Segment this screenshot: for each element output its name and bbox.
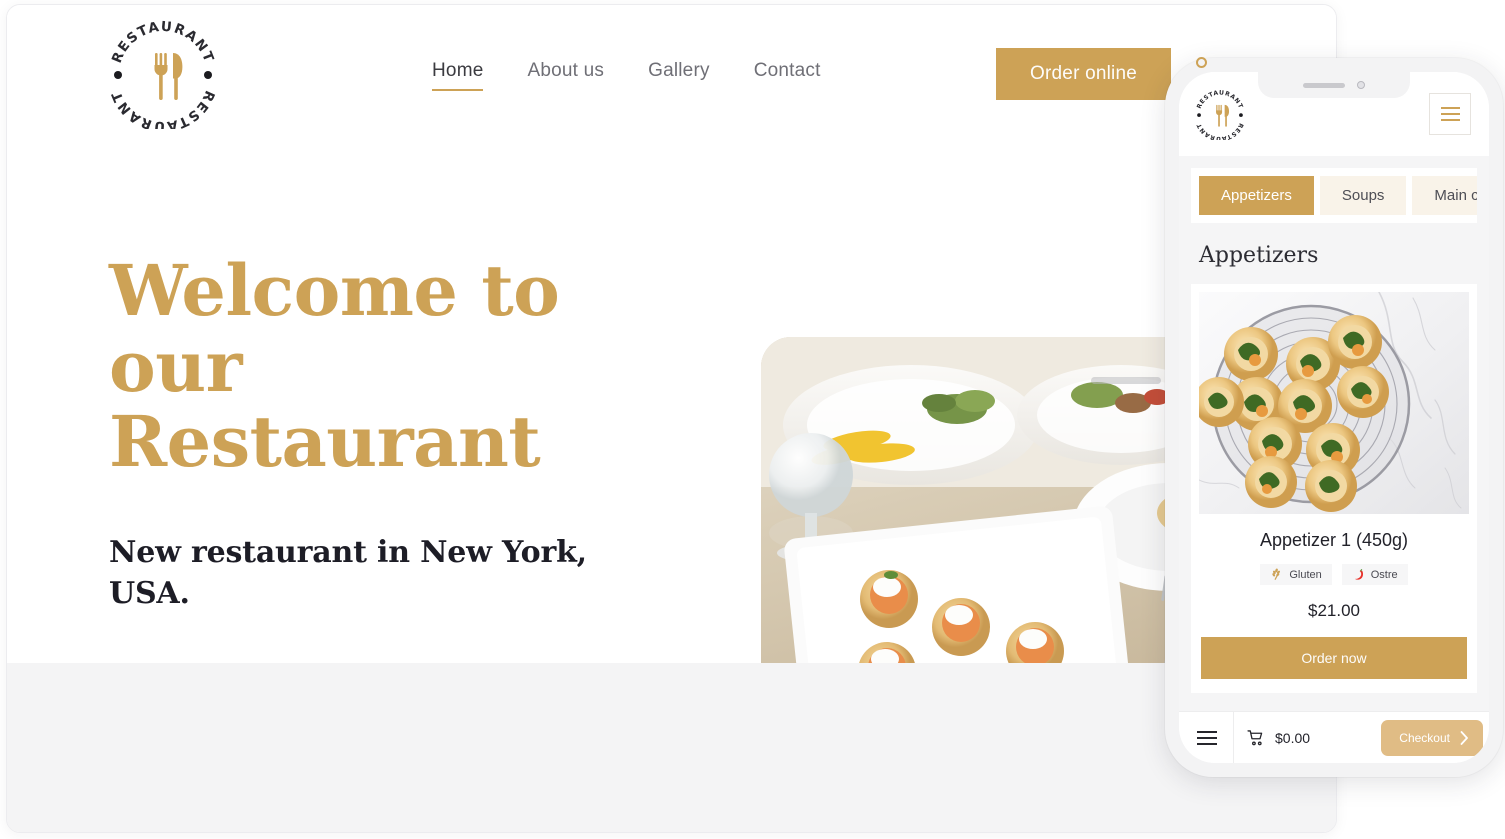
front-camera-icon <box>1357 81 1365 89</box>
category-tab-appetizers[interactable]: Appetizers <box>1199 176 1314 215</box>
shopping-cart-icon <box>1247 729 1263 745</box>
bottom-bar-divider <box>1233 711 1234 763</box>
website-preview-card: RESTAURANT RESTAURANT Home About us Gall… <box>6 4 1337 833</box>
nav-link-home[interactable]: Home <box>432 60 484 91</box>
phone-site-logo[interactable]: RESTAURANT RESTAURANT <box>1193 89 1247 143</box>
phone-mockup: RESTAURANT RESTAURANT Appetizers Soups M… <box>1165 58 1503 777</box>
hamburger-bar <box>1197 730 1217 733</box>
hamburger-bar <box>1440 113 1460 115</box>
menu-section-title: Appetizers <box>1199 243 1319 268</box>
hero-copy: Welcome to our Restaurant New restaurant… <box>109 253 669 615</box>
gold-ring-decoration <box>1196 57 1207 68</box>
cart-total: $0.00 <box>1275 729 1311 746</box>
site-header: RESTAURANT RESTAURANT Home About us Gall… <box>7 5 1336 141</box>
hamburger-bar <box>1440 119 1460 121</box>
allergen-badge-gluten: Gluten <box>1260 564 1332 585</box>
svg-text:RESTAURANT: RESTAURANT <box>108 88 217 129</box>
cart-summary[interactable]: $0.00 <box>1246 728 1381 748</box>
product-photo <box>1199 292 1469 514</box>
nav-link-contact[interactable]: Contact <box>754 60 821 89</box>
product-card: Appetizer 1 (450g) Gluten Ostre $21.00 O… <box>1191 284 1477 693</box>
svg-text:RESTAURANT: RESTAURANT <box>1195 122 1244 140</box>
order-online-button[interactable]: Order online <box>996 48 1171 100</box>
chevron-right-icon <box>1460 730 1468 745</box>
hero-section: Welcome to our Restaurant New restaurant… <box>7 141 1336 736</box>
phone-notch <box>1258 72 1410 98</box>
hamburger-bar <box>1197 742 1217 745</box>
chili-pepper-icon <box>1354 569 1363 580</box>
nav-link-about-us[interactable]: About us <box>527 60 604 89</box>
screenshot-stage: RESTAURANT RESTAURANT Home About us Gall… <box>0 0 1505 839</box>
page-lower-band <box>7 663 1336 832</box>
hero-title-line-1: Welcome to our <box>109 249 560 408</box>
speaker-grille-icon <box>1303 82 1345 88</box>
bottom-hamburger-menu-icon[interactable] <box>1193 727 1221 749</box>
wheat-icon <box>1272 568 1281 580</box>
phone-screen: RESTAURANT RESTAURANT Appetizers Soups M… <box>1179 72 1489 763</box>
order-now-button[interactable]: Order now <box>1201 637 1467 679</box>
checkout-button[interactable]: Checkout <box>1381 719 1483 756</box>
hero-subtitle: New restaurant in New York, USA. <box>109 534 587 612</box>
site-logo[interactable]: RESTAURANT RESTAURANT <box>105 19 221 135</box>
hero-title-line-2: Restaurant <box>109 400 541 484</box>
phone-content: Appetizers Soups Main cour Appetizers <box>1179 156 1489 711</box>
checkout-label: Checkout <box>1399 730 1450 745</box>
primary-navigation: Home About us Gallery Contact <box>432 60 821 91</box>
category-tab-soups[interactable]: Soups <box>1319 176 1407 215</box>
product-allergen-badges: Gluten Ostre <box>1199 564 1469 585</box>
phone-bottom-bar: $0.00 Checkout <box>1179 711 1489 763</box>
hamburger-bar <box>1197 736 1217 739</box>
product-price: $21.00 <box>1308 601 1360 620</box>
phone-hamburger-menu-icon[interactable] <box>1429 93 1471 135</box>
svg-text:RESTAURANT: RESTAURANT <box>109 19 217 65</box>
allergen-badge-label: Gluten <box>1289 568 1322 581</box>
category-tabs[interactable]: Appetizers Soups Main cour <box>1191 168 1477 223</box>
allergen-badge-spicy: Ostre <box>1341 564 1408 585</box>
category-tab-main-courses[interactable]: Main cour <box>1412 176 1477 215</box>
hamburger-bar <box>1440 107 1460 109</box>
product-name: Appetizer 1 (450g) <box>1259 530 1409 550</box>
allergen-badge-label: Ostre <box>1370 568 1398 581</box>
nav-link-gallery[interactable]: Gallery <box>648 60 710 89</box>
hero-title: Welcome to our Restaurant <box>109 253 669 480</box>
svg-text:RESTAURANT: RESTAURANT <box>1196 89 1245 110</box>
